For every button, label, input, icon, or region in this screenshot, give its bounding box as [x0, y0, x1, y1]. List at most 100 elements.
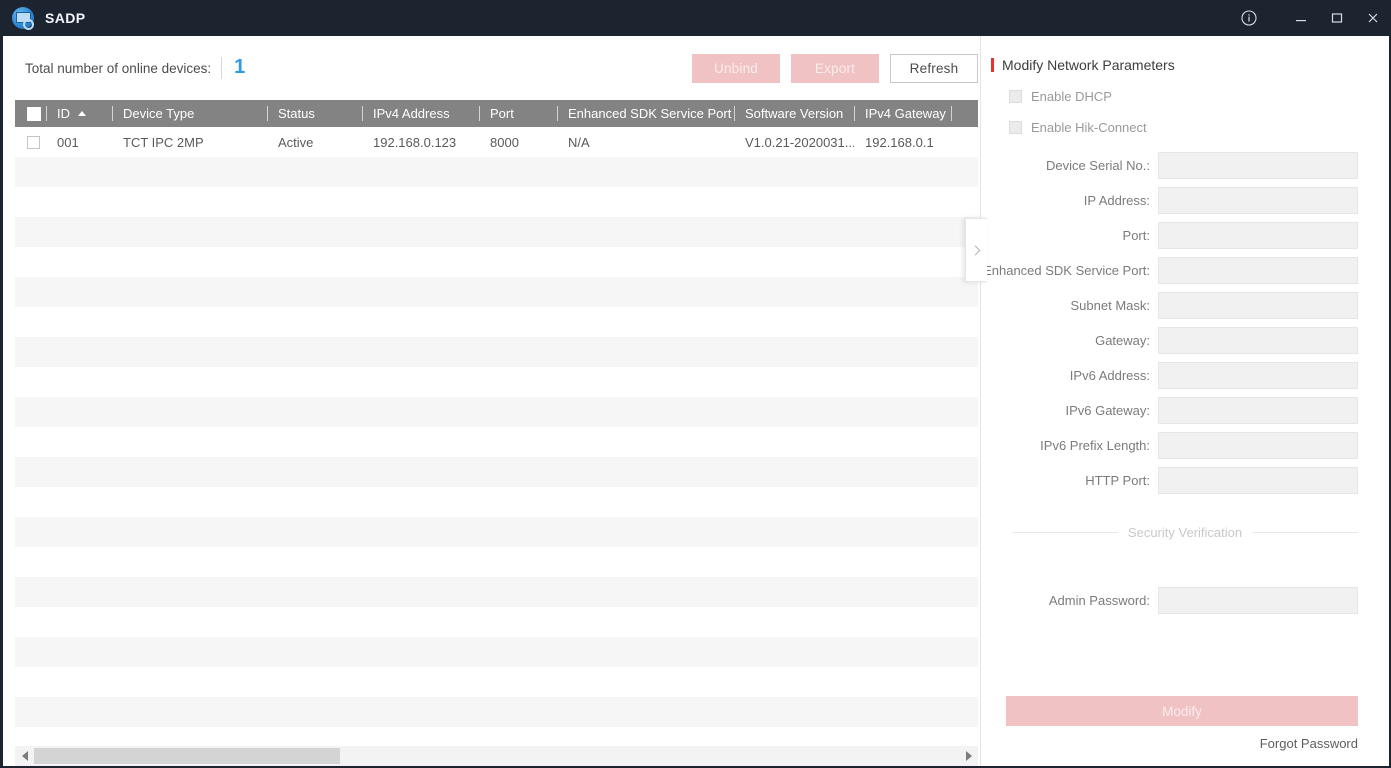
enable-dhcp-row[interactable]: Enable DHCP	[1009, 89, 1389, 104]
ipv6-address-row: IPv6 Address:	[981, 362, 1389, 389]
ipv6-gateway-field[interactable]	[1158, 397, 1358, 424]
scroll-left-arrow-icon[interactable]	[15, 746, 34, 766]
column-header-status-label: Status	[278, 106, 315, 121]
close-icon[interactable]	[1355, 0, 1391, 36]
ip-address-field[interactable]	[1158, 187, 1358, 214]
export-button[interactable]: Export	[791, 53, 879, 83]
security-verification-label: Security Verification	[1127, 525, 1243, 540]
table-row-empty	[15, 547, 978, 577]
refresh-button[interactable]: Refresh	[890, 53, 978, 83]
column-header-software-version[interactable]: Software Version	[734, 100, 854, 127]
http-port-row: HTTP Port:	[981, 467, 1389, 494]
maximize-icon[interactable]	[1319, 0, 1355, 36]
subnet-mask-field[interactable]	[1158, 292, 1358, 319]
ipv6-address-label: IPv6 Address:	[1069, 368, 1150, 383]
column-header-port[interactable]: Port	[479, 100, 557, 127]
panel-title-label: Modify Network Parameters	[1002, 57, 1175, 73]
http-port-field[interactable]	[1158, 467, 1358, 494]
column-header-overflow	[951, 100, 971, 127]
enable-hik-connect-row[interactable]: Enable Hik-Connect	[1009, 120, 1389, 135]
enable-dhcp-label: Enable DHCP	[1031, 89, 1112, 104]
column-header-software-version-label: Software Version	[745, 106, 844, 121]
scrollbar-track[interactable]	[34, 746, 959, 766]
cell-port: 8000	[490, 134, 519, 150]
gateway-field[interactable]	[1158, 327, 1358, 354]
http-port-label: HTTP Port:	[1085, 473, 1150, 488]
column-header-ipv4-gateway-label: IPv4 Gateway	[865, 106, 946, 121]
sort-ascending-icon[interactable]	[78, 111, 86, 116]
table-row-empty	[15, 307, 978, 337]
device-serial-no-field[interactable]	[1158, 152, 1358, 179]
horizontal-scrollbar[interactable]	[15, 746, 978, 766]
panel-title: Modify Network Parameters	[991, 57, 1389, 73]
table-row-empty	[15, 577, 978, 607]
total-devices-label: Total number of online devices:	[25, 60, 212, 76]
toolbar: Total number of online devices: 1 Unbind…	[3, 36, 978, 100]
toolbar-separator	[221, 57, 223, 79]
column-header-status[interactable]: Status	[267, 100, 362, 127]
enable-dhcp-checkbox[interactable]	[1009, 90, 1022, 103]
minimize-icon[interactable]	[1283, 0, 1319, 36]
gateway-label: Gateway:	[1095, 333, 1150, 348]
column-header-device-type[interactable]: Device Type	[112, 100, 267, 127]
panel-collapse-toggle[interactable]	[965, 218, 987, 282]
forgot-password-link[interactable]: Forgot Password	[1260, 736, 1358, 751]
admin-password-row: Admin Password:	[981, 587, 1389, 614]
cell-software-version: V1.0.21-2020031...	[745, 134, 854, 150]
table-row[interactable]: 001 TCT IPC 2MP Active 192.168.0.123 800…	[15, 127, 978, 157]
table-row-empty	[15, 637, 978, 667]
toolbar-buttons: Unbind Export Refresh	[681, 53, 978, 83]
table-row-empty	[15, 397, 978, 427]
row-select-cell[interactable]	[15, 127, 46, 157]
device-table: ID Device Type Status IPv4 Address Port	[3, 100, 978, 766]
select-all-checkbox[interactable]	[27, 106, 41, 121]
table-row-empty	[15, 697, 978, 727]
scrollbar-thumb[interactable]	[34, 748, 340, 764]
ipv6-prefix-length-label: IPv6 Prefix Length:	[1040, 438, 1150, 453]
unbind-button[interactable]: Unbind	[692, 53, 780, 83]
info-circle-icon[interactable]	[1231, 0, 1267, 36]
table-row-empty	[15, 187, 978, 217]
enhanced-sdk-service-port-field[interactable]	[1158, 257, 1358, 284]
ip-address-row: IP Address:	[981, 187, 1389, 214]
column-header-enhanced-sdk-service-port[interactable]: Enhanced SDK Service Port	[557, 100, 734, 127]
table-row-empty	[15, 337, 978, 367]
column-header-enhanced-sdk-service-port-label: Enhanced SDK Service Port	[568, 106, 732, 121]
port-label: Port:	[1122, 228, 1150, 243]
column-header-device-type-label: Device Type	[123, 106, 195, 121]
row-checkbox[interactable]	[27, 135, 40, 149]
accent-bar-icon	[991, 58, 994, 72]
cell-device-type: TCT IPC 2MP	[123, 134, 204, 150]
enhanced-sdk-service-port-label: Enhanced SDK Service Port:	[983, 263, 1150, 278]
modify-button[interactable]: Modify	[1006, 696, 1358, 726]
table-row-empty	[15, 367, 978, 397]
ipv6-prefix-length-field[interactable]	[1158, 432, 1358, 459]
enhanced-sdk-service-port-row: Enhanced SDK Service Port:	[981, 257, 1389, 284]
column-header-ipv4-gateway[interactable]: IPv4 Gateway	[854, 100, 951, 127]
ipv6-address-field[interactable]	[1158, 362, 1358, 389]
port-field[interactable]	[1158, 222, 1358, 249]
admin-password-field[interactable]	[1158, 587, 1358, 614]
scroll-right-arrow-icon[interactable]	[959, 746, 978, 766]
gateway-row: Gateway:	[981, 327, 1389, 354]
cell-id: 001	[57, 134, 79, 150]
column-header-id[interactable]: ID	[46, 100, 112, 127]
enable-hik-connect-checkbox[interactable]	[1009, 121, 1022, 134]
ipv6-gateway-row: IPv6 Gateway:	[981, 397, 1389, 424]
modify-network-parameters-panel: Modify Network Parameters Enable DHCP En…	[980, 36, 1389, 766]
table-body: 001 TCT IPC 2MP Active 192.168.0.123 800…	[3, 127, 978, 727]
table-row-empty	[15, 487, 978, 517]
table-row-empty	[15, 157, 978, 187]
sadp-window: SADP Total number of online devices: 1 U…	[0, 0, 1391, 768]
table-row-empty	[15, 277, 978, 307]
cell-enhanced-sdk-service-port: N/A	[568, 134, 590, 150]
cell-status: Active	[278, 134, 314, 150]
ip-address-label: IP Address:	[1083, 193, 1150, 208]
chevron-right-icon	[970, 245, 980, 255]
table-row-empty	[15, 517, 978, 547]
select-all-header[interactable]	[15, 100, 46, 127]
table-row-empty	[15, 607, 978, 637]
column-header-ipv4-address[interactable]: IPv4 Address	[362, 100, 479, 127]
table-row-empty	[15, 457, 978, 487]
admin-password-label: Admin Password:	[1048, 593, 1150, 608]
